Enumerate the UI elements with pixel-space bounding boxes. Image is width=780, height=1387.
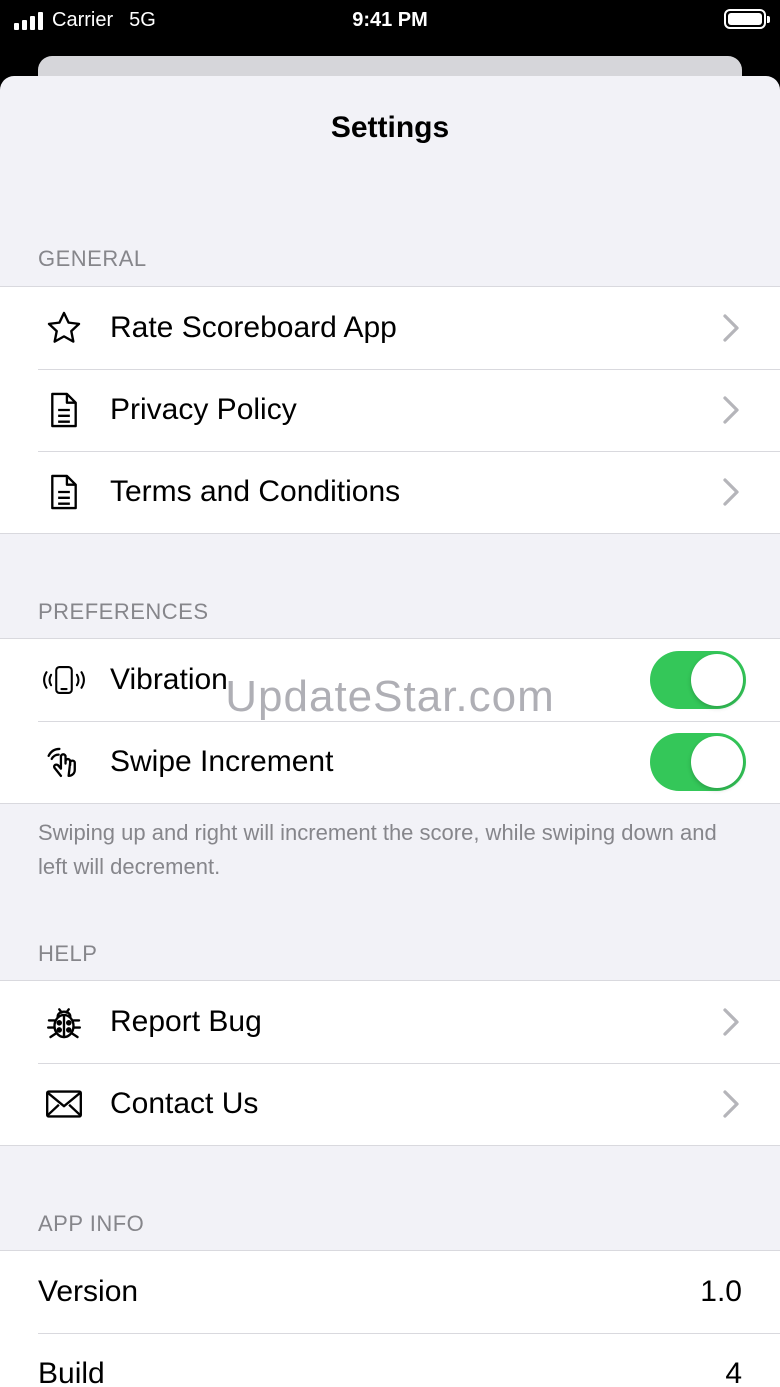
swipe-footer-note: Swiping up and right will increment the … [38,820,717,879]
envelope-icon [42,1082,86,1126]
chevron-right-icon [723,1008,739,1036]
privacy-policy-row[interactable]: Privacy Policy [0,369,780,451]
section-header-help: HELP [38,941,98,966]
chevron-right-icon [723,478,739,506]
rate-app-label: Rate Scoreboard App [110,311,397,344]
document-icon [42,470,86,514]
swipe-increment-row: Swipe Increment [0,721,780,803]
version-row: Version 1.0 [0,1251,780,1333]
app-info-group: Version 1.0 Build 4 [0,1250,780,1387]
settings-sheet: Settings GENERAL Rate Scoreboard App Pri… [0,76,780,1387]
version-label: Version [38,1275,139,1308]
terms-label: Terms and Conditions [110,475,401,508]
report-bug-label: Report Bug [110,1005,262,1038]
section-header-app-info: APP INFO [38,1211,145,1236]
swipe-increment-label: Swipe Increment [110,745,334,778]
contact-us-label: Contact Us [110,1087,259,1120]
build-value: 4 [725,1357,742,1387]
general-group: Rate Scoreboard App Privacy Policy Terms… [0,286,780,534]
contact-us-row[interactable]: Contact Us [0,1063,780,1145]
swipe-hand-icon [42,740,86,784]
terms-row[interactable]: Terms and Conditions [0,451,780,533]
version-value: 1.0 [700,1275,742,1308]
clock: 9:41 PM [352,9,428,31]
vibration-label: Vibration [110,663,228,696]
help-group: Report Bug Contact Us [0,980,780,1146]
document-icon [42,388,86,432]
section-header-preferences: PREFERENCES [38,599,209,624]
chevron-right-icon [723,314,739,342]
report-bug-row[interactable]: Report Bug [0,981,780,1063]
ladybug-icon [42,1000,86,1044]
build-row: Build 4 [0,1333,780,1387]
battery-icon [724,9,770,29]
chevron-right-icon [723,396,739,424]
preferences-group: Vibration Swipe Increment [0,638,780,804]
vibration-row: Vibration [0,639,780,721]
vibration-toggle[interactable] [650,651,746,709]
privacy-policy-label: Privacy Policy [110,393,297,426]
page-title: Settings [330,111,450,144]
build-label: Build [38,1357,105,1387]
swipe-increment-toggle[interactable] [650,733,746,791]
vibration-icon [42,658,86,702]
star-icon [42,306,86,350]
rate-app-row[interactable]: Rate Scoreboard App [0,287,780,369]
status-bar: Carrier 5G 9:41 PM [0,0,780,40]
section-header-general: GENERAL [38,246,147,271]
chevron-right-icon [723,1090,739,1118]
